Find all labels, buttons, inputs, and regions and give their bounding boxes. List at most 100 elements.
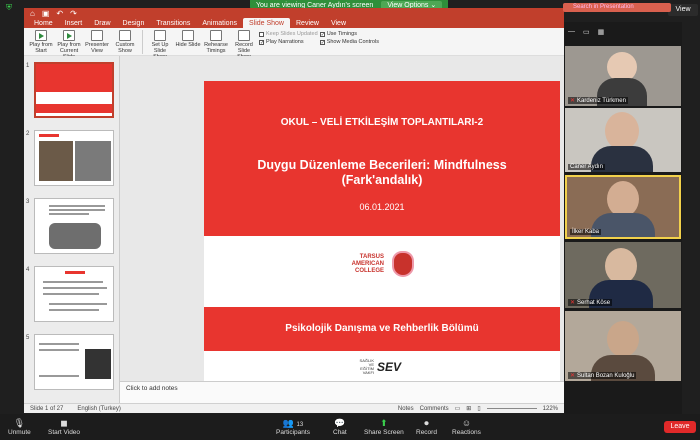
tab-design[interactable]: Design bbox=[117, 18, 151, 28]
ribbon-tabs: Home Insert Draw Design Transitions Anim… bbox=[24, 18, 564, 28]
participant-name: Caner Aydın bbox=[568, 164, 605, 170]
participant-tile[interactable]: ✕ Kardeniz Türkmen bbox=[565, 46, 681, 106]
checkbox-label: Use Timings bbox=[326, 31, 357, 37]
rehearse-icon bbox=[210, 30, 222, 41]
language-indicator[interactable]: English (Turkey) bbox=[77, 406, 120, 412]
participant-tile[interactable]: ✕ Sultan Bozan Kuloğlu bbox=[565, 311, 681, 381]
notes-pane[interactable]: Click to add notes bbox=[120, 381, 564, 403]
slide-thumbnail[interactable] bbox=[34, 198, 114, 254]
slide-sorter-icon[interactable]: ⊞ bbox=[466, 405, 471, 412]
normal-view-icon[interactable]: ▭ bbox=[455, 405, 461, 412]
start-video-button[interactable]: ◼ Start Video bbox=[48, 418, 80, 436]
thumbnail-row[interactable]: 1 bbox=[24, 62, 120, 122]
comments-toggle[interactable]: Comments bbox=[420, 406, 449, 412]
search-placeholder: Search in Presentation bbox=[573, 4, 634, 10]
record-button[interactable]: ⏺ Record bbox=[416, 418, 437, 436]
notes-toggle[interactable]: Notes bbox=[398, 406, 414, 412]
grid-view-icon[interactable]: ▦ bbox=[598, 28, 605, 36]
presenter-view-button[interactable]: Presenter View bbox=[84, 30, 110, 54]
slide-title-area: OKUL – VELİ ETKİLEŞİM TOPLANTILARI-2 Duy… bbox=[204, 81, 560, 236]
search-presentation-input[interactable]: Search in Presentation bbox=[563, 3, 671, 12]
home-icon[interactable]: ⌂ bbox=[30, 9, 35, 18]
workspace: 1 2 3 4 5 OKUL – VELİ ETKİLEŞİM TOPLANTI… bbox=[24, 56, 564, 403]
sev-logo: SAĞLIK VE EĞİTİM VAKFI SEV bbox=[354, 359, 401, 375]
tab-transitions[interactable]: Transitions bbox=[150, 18, 196, 28]
keep-slides-updated-checkbox[interactable]: Keep Slides Updated bbox=[259, 31, 318, 37]
chat-button[interactable]: 💬 Chat bbox=[333, 418, 347, 436]
slide-header: OKUL – VELİ ETKİLEŞİM TOPLANTILARI-2 bbox=[280, 117, 484, 128]
tab-review[interactable]: Review bbox=[290, 18, 325, 28]
share-screen-button[interactable]: ⬆ Share Screen bbox=[364, 418, 404, 436]
tab-home[interactable]: Home bbox=[28, 18, 59, 28]
thumbnail-row[interactable]: 4 bbox=[24, 266, 120, 326]
toolbar-label: Unmute bbox=[8, 429, 31, 436]
reading-view-icon[interactable]: ▯ bbox=[477, 405, 480, 412]
record-icon: ⏺ bbox=[424, 418, 429, 428]
participants-button[interactable]: 👥 13 Participants bbox=[276, 418, 310, 436]
slide-thumbnail[interactable] bbox=[34, 62, 114, 118]
security-shield-icon[interactable]: ⛨ bbox=[6, 3, 14, 12]
participant-tile[interactable]: ✕ Serhat Köse bbox=[565, 242, 681, 308]
leave-button[interactable]: Leave bbox=[664, 421, 696, 433]
ribbon-divider bbox=[142, 30, 143, 54]
reactions-button[interactable]: ☺ Reactions bbox=[452, 418, 481, 436]
play-narrations-checkbox[interactable]: ✓ Play Narrations bbox=[259, 39, 318, 45]
undo-icon[interactable]: ↶ bbox=[56, 9, 63, 18]
participant-tile-active-speaker[interactable]: İlker Kaba bbox=[565, 175, 681, 239]
logo-text: TARSUS AMERICAN COLLEGE bbox=[351, 253, 384, 274]
participant-tile[interactable]: Caner Aydın bbox=[565, 108, 681, 172]
play-icon bbox=[35, 30, 47, 41]
thumbnail-row[interactable]: 3 bbox=[24, 198, 120, 258]
tab-slide-show[interactable]: Slide Show bbox=[242, 18, 290, 28]
minimize-icon[interactable]: — bbox=[568, 28, 575, 36]
unmute-button[interactable]: 🎙 Unmute bbox=[8, 418, 31, 436]
current-slide[interactable]: OKUL – VELİ ETKİLEŞİM TOPLANTILARI-2 Duy… bbox=[204, 81, 560, 381]
status-right: Notes Comments ▭ ⊞ ▯ 122% bbox=[398, 405, 558, 413]
participant-name: İlker Kaba bbox=[570, 229, 602, 235]
presenter-icon bbox=[91, 30, 103, 41]
thumbnail-number: 2 bbox=[26, 131, 30, 137]
setup-icon bbox=[154, 30, 166, 41]
toolbar-label: Chat bbox=[333, 429, 347, 436]
powerpoint-window: ⌂ ▣ ↶ ↷ Home Insert Draw Design Transiti… bbox=[24, 8, 564, 413]
thumbnail-number: 3 bbox=[26, 199, 30, 205]
reactions-icon: ☺ bbox=[461, 418, 472, 428]
toolbar-label: Reactions bbox=[452, 429, 481, 436]
tab-insert[interactable]: Insert bbox=[59, 18, 89, 28]
tab-draw[interactable]: Draw bbox=[88, 18, 116, 28]
notes-placeholder: Click to add notes bbox=[126, 385, 178, 392]
gallery-controls: — ▭ ▦ bbox=[568, 28, 604, 36]
save-icon[interactable]: ▣ bbox=[42, 9, 50, 18]
use-timings-checkbox[interactable]: ✓ Use Timings bbox=[319, 31, 379, 37]
participants-icon: 👥 13 bbox=[282, 418, 304, 428]
zoom-level[interactable]: 122% bbox=[543, 406, 558, 412]
gallery-layout-icon[interactable]: ▭ bbox=[583, 28, 590, 36]
slide-thumbnails-pane[interactable]: 1 2 3 4 5 bbox=[24, 56, 120, 403]
microphone-muted-icon: 🎙 bbox=[13, 418, 26, 428]
custom-show-icon bbox=[119, 30, 131, 41]
hide-slide-button[interactable]: Hide Slide bbox=[175, 30, 201, 48]
show-media-controls-checkbox[interactable]: ✓ Show Media Controls bbox=[319, 39, 379, 45]
view-button[interactable]: View bbox=[668, 4, 698, 16]
sev-text: SEV bbox=[377, 360, 402, 374]
checkbox-label: Keep Slides Updated bbox=[266, 31, 318, 37]
tab-animations[interactable]: Animations bbox=[196, 18, 243, 28]
participant-name: ✕ Sultan Bozan Kuloğlu bbox=[568, 372, 637, 379]
ribbon-label: Custom Show bbox=[115, 42, 135, 54]
thumbnail-row[interactable]: 2 bbox=[24, 130, 120, 190]
slide-thumbnail[interactable] bbox=[34, 130, 114, 186]
play-from-start-button[interactable]: Play from Start bbox=[28, 30, 54, 54]
chat-icon: 💬 bbox=[334, 418, 346, 428]
slide-thumbnail[interactable] bbox=[34, 266, 114, 322]
tab-view[interactable]: View bbox=[325, 18, 352, 28]
rehearse-timings-button[interactable]: Rehearse Timings bbox=[203, 30, 229, 54]
thumbnail-row[interactable]: 5 bbox=[24, 334, 120, 394]
participant-name: ✕ Kardeniz Türkmen bbox=[568, 97, 628, 104]
record-icon bbox=[238, 30, 250, 41]
thumbnail-number: 5 bbox=[26, 335, 30, 341]
zoom-slider[interactable] bbox=[486, 408, 537, 409]
redo-icon[interactable]: ↷ bbox=[70, 9, 77, 18]
custom-show-button[interactable]: Custom Show bbox=[112, 30, 138, 54]
toolbar-label: Start Video bbox=[48, 429, 81, 436]
slide-thumbnail[interactable] bbox=[34, 334, 114, 390]
